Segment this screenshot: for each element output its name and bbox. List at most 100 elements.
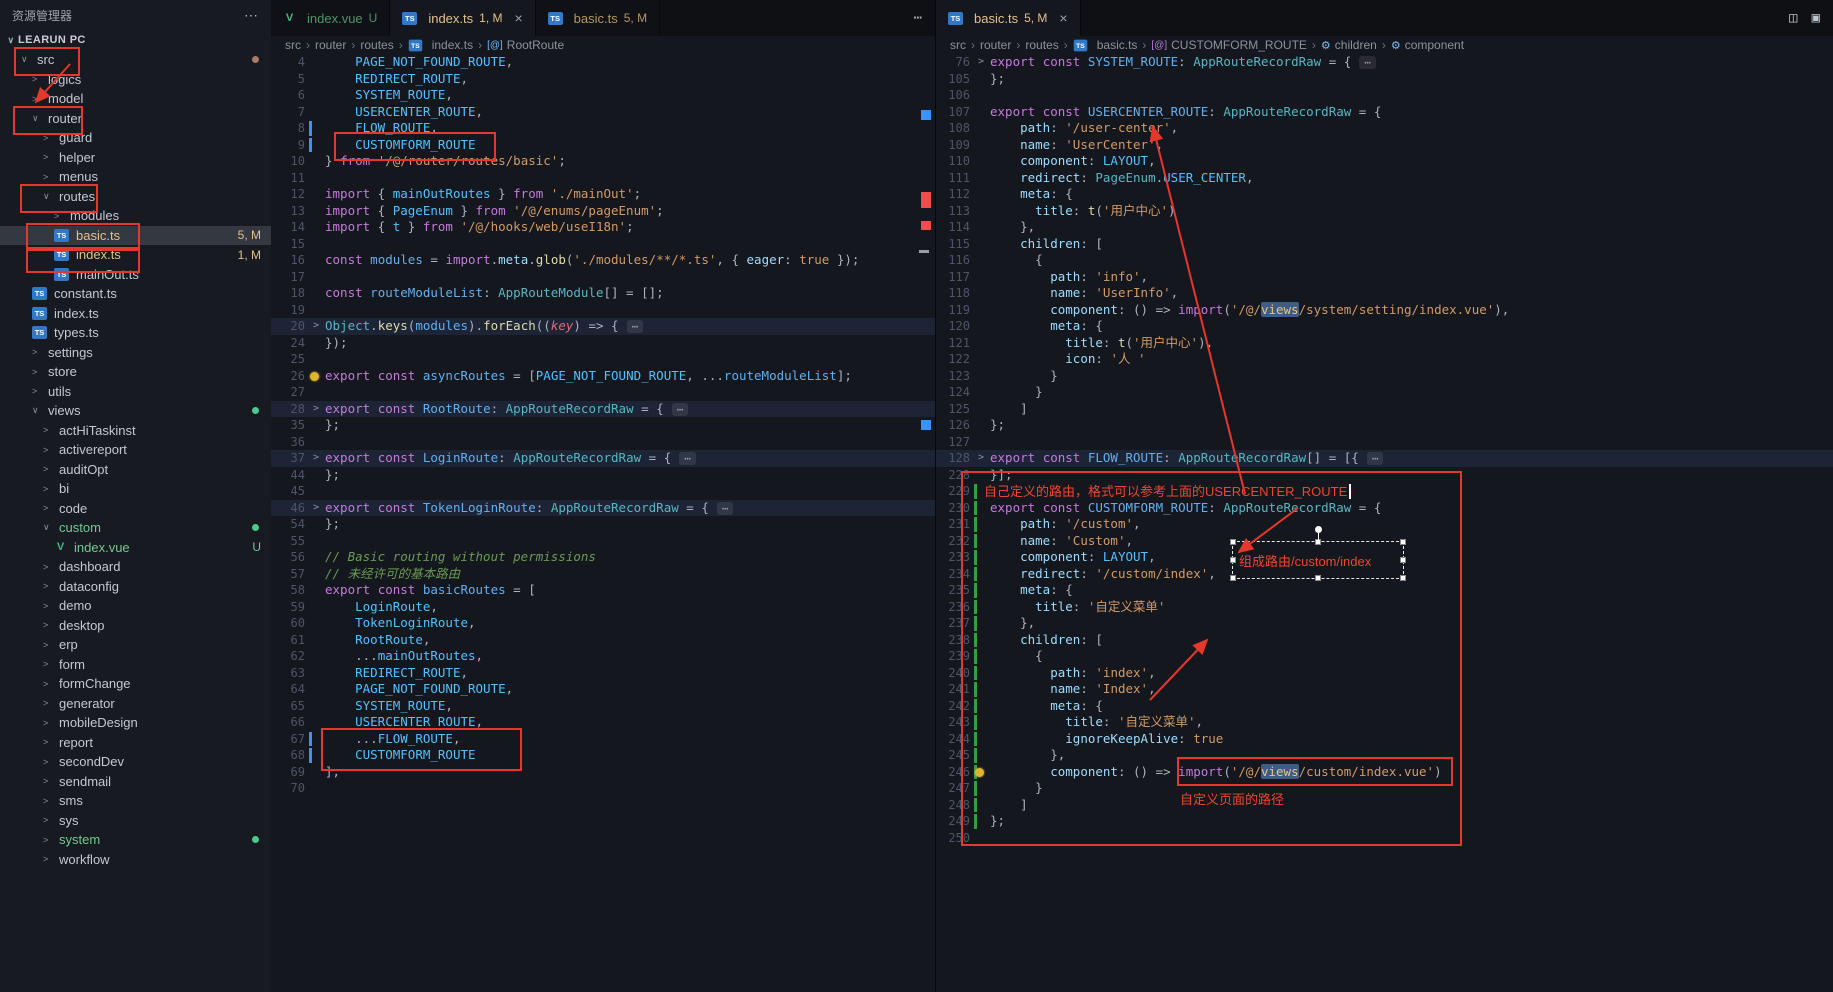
code-line-8[interactable]: 8 FLOW_ROUTE, <box>271 120 935 137</box>
code-line-250[interactable]: 250 <box>936 830 1833 847</box>
code-line-44[interactable]: 44}; <box>271 467 935 484</box>
tree-item-dashboard[interactable]: >dashboard <box>0 557 271 577</box>
code-line-12[interactable]: 12import { mainOutRoutes } from './mainO… <box>271 186 935 203</box>
lightbulb-icon[interactable] <box>975 768 984 777</box>
code-line-106[interactable]: 106 <box>936 87 1833 104</box>
breadcrumb-src[interactable]: src <box>285 38 301 52</box>
folded-region-dots[interactable]: ⋯ <box>1367 452 1384 465</box>
code-line-239[interactable]: 239 { <box>936 648 1833 665</box>
tree-item-settings[interactable]: >settings <box>0 343 271 363</box>
tree-item-store[interactable]: >store <box>0 362 271 382</box>
tree-item-custom[interactable]: ∨custom <box>0 518 271 538</box>
code-line-127[interactable]: 127 <box>936 434 1833 451</box>
code-line-128[interactable]: 128>export const FLOW_ROUTE: AppRouteRec… <box>936 450 1833 467</box>
breadcrumb-src[interactable]: src <box>950 38 966 52</box>
code-line-118[interactable]: 118 name: 'UserInfo', <box>936 285 1833 302</box>
tree-item-bi[interactable]: >bi <box>0 479 271 499</box>
tree-item-report[interactable]: >report <box>0 733 271 753</box>
code-line-108[interactable]: 108 path: '/user-center', <box>936 120 1833 137</box>
code-line-7[interactable]: 7 USERCENTER_ROUTE, <box>271 104 935 121</box>
tree-item-index.vue[interactable]: Vindex.vueU <box>0 538 271 558</box>
tree-item-logics[interactable]: >logics <box>0 70 271 90</box>
code-line-123[interactable]: 123 } <box>936 368 1833 385</box>
tab-basic.ts[interactable]: TSbasic.ts5, M <box>536 0 660 36</box>
code-line-19[interactable]: 19 <box>271 302 935 319</box>
tree-item-types.ts[interactable]: TStypes.ts <box>0 323 271 343</box>
code-line-116[interactable]: 116 { <box>936 252 1833 269</box>
folded-region-dots[interactable]: ⋯ <box>672 403 689 416</box>
tree-item-workflow[interactable]: >workflow <box>0 850 271 870</box>
code-line-236[interactable]: 236 title: '自定义菜单' <box>936 599 1833 616</box>
tree-item-secondDev[interactable]: >secondDev <box>0 752 271 772</box>
fold-chevron-icon[interactable]: > <box>978 54 984 71</box>
code-line-115[interactable]: 115 children: [ <box>936 236 1833 253</box>
lightbulb-icon[interactable] <box>310 372 319 381</box>
code-line-27[interactable]: 27 <box>271 384 935 401</box>
tab-basic.ts[interactable]: TSbasic.ts5, M× <box>936 0 1081 36</box>
code-line-107[interactable]: 107export const USERCENTER_ROUTE: AppRou… <box>936 104 1833 121</box>
code-line-125[interactable]: 125 ] <box>936 401 1833 418</box>
fold-chevron-icon[interactable]: > <box>313 450 319 467</box>
code-line-46[interactable]: 46>export const TokenLoginRoute: AppRout… <box>271 500 935 517</box>
split-editor-icon[interactable]: ◫ <box>1789 10 1797 26</box>
code-line-9[interactable]: 9 CUSTOMFORM_ROUTE <box>271 137 935 154</box>
code-line-25[interactable]: 25 <box>271 351 935 368</box>
code-editor-middle[interactable]: 4 PAGE_NOT_FOUND_ROUTE,5 REDIRECT_ROUTE,… <box>271 54 935 992</box>
tree-item-guard[interactable]: >guard <box>0 128 271 148</box>
code-line-60[interactable]: 60 TokenLoginRoute, <box>271 615 935 632</box>
code-line-76[interactable]: 76>export const SYSTEM_ROUTE: AppRouteRe… <box>936 54 1833 71</box>
tree-item-erp[interactable]: >erp <box>0 635 271 655</box>
code-line-67[interactable]: 67 ...FLOW_ROUTE, <box>271 731 935 748</box>
more-tabs-icon[interactable]: ⋯ <box>914 10 935 26</box>
folded-region-dots[interactable]: ⋯ <box>1359 56 1376 69</box>
breadcrumb-RootRoute[interactable]: [@]RootRoute <box>487 38 564 52</box>
code-line-56[interactable]: 56// Basic routing without permissions <box>271 549 935 566</box>
code-line-232[interactable]: 232 name: 'Custom', <box>936 533 1833 550</box>
code-line-238[interactable]: 238 children: [ <box>936 632 1833 649</box>
tree-item-menus[interactable]: >menus <box>0 167 271 187</box>
code-line-26[interactable]: 26export const asyncRoutes = [PAGE_NOT_F… <box>271 368 935 385</box>
tree-item-src[interactable]: ∨src <box>0 50 271 70</box>
code-line-5[interactable]: 5 REDIRECT_ROUTE, <box>271 71 935 88</box>
code-line-243[interactable]: 243 title: '自定义菜单', <box>936 714 1833 731</box>
tree-item-views[interactable]: ∨views <box>0 401 271 421</box>
code-line-234[interactable]: 234 redirect: '/custom/index', <box>936 566 1833 583</box>
code-line-55[interactable]: 55 <box>271 533 935 550</box>
code-line-231[interactable]: 231 path: '/custom', <box>936 516 1833 533</box>
code-line-36[interactable]: 36 <box>271 434 935 451</box>
breadcrumb-routes[interactable]: routes <box>1025 38 1058 52</box>
tree-item-basic.ts[interactable]: TSbasic.ts5, M <box>0 226 271 246</box>
tree-item-index.ts[interactable]: TSindex.ts1, M <box>0 245 271 265</box>
code-line-13[interactable]: 13import { PageEnum } from '/@/enums/pag… <box>271 203 935 220</box>
tab-index.ts[interactable]: TSindex.ts1, M× <box>390 0 535 36</box>
fold-chevron-icon[interactable]: > <box>978 450 984 467</box>
code-line-61[interactable]: 61 RootRoute, <box>271 632 935 649</box>
code-line-109[interactable]: 109 name: 'UserCenter', <box>936 137 1833 154</box>
tree-item-sys[interactable]: >sys <box>0 811 271 831</box>
tree-item-generator[interactable]: >generator <box>0 694 271 714</box>
fold-chevron-icon[interactable]: > <box>313 401 319 418</box>
tree-item-modules[interactable]: >modules <box>0 206 271 226</box>
code-line-114[interactable]: 114 }, <box>936 219 1833 236</box>
code-line-121[interactable]: 121 title: t('用户中心'), <box>936 335 1833 352</box>
tree-item-constant.ts[interactable]: TSconstant.ts <box>0 284 271 304</box>
tree-item-utils[interactable]: >utils <box>0 382 271 402</box>
fold-chevron-icon[interactable]: > <box>313 318 319 335</box>
tree-item-router[interactable]: ∨router <box>0 109 271 129</box>
code-line-62[interactable]: 62 ...mainOutRoutes, <box>271 648 935 665</box>
code-line-112[interactable]: 112 meta: { <box>936 186 1833 203</box>
code-line-15[interactable]: 15 <box>271 236 935 253</box>
code-line-111[interactable]: 111 redirect: PageEnum.USER_CENTER, <box>936 170 1833 187</box>
code-line-59[interactable]: 59 LoginRoute, <box>271 599 935 616</box>
code-editor-right[interactable]: 76>export const SYSTEM_ROUTE: AppRouteRe… <box>936 54 1833 992</box>
breadcrumb-routes[interactable]: routes <box>360 38 393 52</box>
tree-item-actHiTaskinst[interactable]: >actHiTaskinst <box>0 421 271 441</box>
breadcrumb-component[interactable]: ⚙component <box>1391 38 1464 52</box>
fold-chevron-icon[interactable]: > <box>313 500 319 517</box>
code-line-37[interactable]: 37>export const LoginRoute: AppRouteReco… <box>271 450 935 467</box>
tree-item-mobileDesign[interactable]: >mobileDesign <box>0 713 271 733</box>
code-line-241[interactable]: 241 name: 'Index', <box>936 681 1833 698</box>
code-line-35[interactable]: 35}; <box>271 417 935 434</box>
more-actions-icon[interactable]: ⋯ <box>244 7 259 24</box>
code-line-119[interactable]: 119 component: () => import('/@/views/sy… <box>936 302 1833 319</box>
